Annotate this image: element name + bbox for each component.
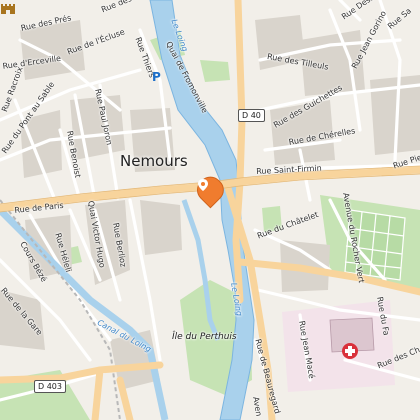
hospital-icon[interactable] — [342, 343, 358, 359]
road-shield-d403: D 403 — [34, 380, 66, 393]
road-shield-d40: D 40 — [238, 109, 265, 122]
town-label: Nemours — [120, 152, 188, 170]
parking-icon[interactable]: P — [152, 70, 161, 84]
map-view[interactable]: Nemours Le Loing Le Loing Canal du Loing… — [0, 0, 420, 420]
castle-icon[interactable] — [0, 0, 16, 14]
location-pin-icon[interactable] — [192, 171, 229, 212]
island-label: Île du Perthuis — [172, 332, 237, 342]
